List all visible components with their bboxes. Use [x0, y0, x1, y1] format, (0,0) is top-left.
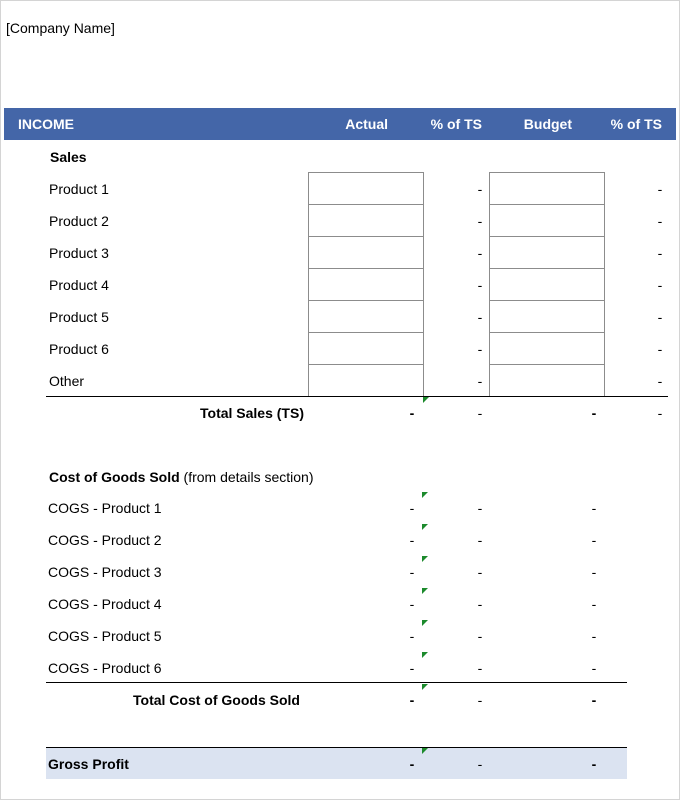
cogs-row-label: COGS - Product 4: [48, 596, 162, 612]
actual-pct-ts-value: -: [477, 341, 483, 357]
formula-indicator-icon: [422, 652, 428, 658]
company-name[interactable]: [Company Name]: [6, 20, 115, 36]
actual-input-cell[interactable]: [308, 236, 424, 269]
budget-pct-ts-value: -: [657, 213, 663, 229]
cogs-budget-value: -: [591, 532, 597, 548]
actual-input-cell[interactable]: [308, 204, 424, 237]
header-pct-ts-budget: % of TS: [610, 116, 662, 132]
budget-pct-ts-value: -: [657, 341, 663, 357]
header-actual: Actual: [345, 116, 388, 132]
actual-input-cell[interactable]: [308, 172, 424, 205]
sales-row-label: Product 6: [49, 341, 109, 357]
cogs-section-header: Cost of Goods Sold (from details section…: [49, 469, 313, 485]
sales-row-label: Product 1: [49, 181, 109, 197]
cogs-actual-value: -: [409, 628, 415, 644]
cogs-row-label: COGS - Product 3: [48, 564, 162, 580]
cogs-actual-value: -: [409, 564, 415, 580]
cogs-actual-pct: -: [477, 628, 483, 644]
budget-input-cell[interactable]: [489, 300, 605, 333]
total-sales-budget-pct: -: [657, 405, 663, 421]
actual-input-cell[interactable]: [308, 364, 424, 397]
cogs-budget-value: -: [591, 564, 597, 580]
budget-pct-ts-value: -: [657, 373, 663, 389]
cogs-actual-pct: -: [477, 596, 483, 612]
total-cogs-actual-pct: -: [477, 692, 483, 708]
gross-profit-label: Gross Profit: [48, 756, 129, 772]
actual-input-cell[interactable]: [308, 300, 424, 333]
gross-profit-row: [46, 748, 627, 779]
header-income: INCOME: [18, 116, 74, 132]
budget-pct-ts-value: -: [657, 309, 663, 325]
actual-pct-ts-value: -: [477, 245, 483, 261]
sales-row-label: Product 5: [49, 309, 109, 325]
total-cogs-actual: -: [409, 692, 415, 708]
cogs-section-title: Cost of Goods Sold: [49, 469, 180, 485]
cogs-section-note: (from details section): [183, 469, 314, 485]
header-budget: Budget: [523, 116, 572, 132]
total-cogs-label: Total Cost of Goods Sold: [133, 692, 300, 708]
gross-profit-budget: -: [591, 756, 597, 772]
formula-indicator-icon: [422, 556, 428, 562]
budget-input-cell[interactable]: [489, 236, 605, 269]
cogs-actual-pct: -: [477, 500, 483, 516]
sales-row-label: Product 2: [49, 213, 109, 229]
gross-profit-rule: [46, 747, 627, 748]
total-cogs-budget: -: [591, 692, 597, 708]
total-sales-rule: [46, 396, 668, 397]
budget-input-cell[interactable]: [489, 364, 605, 397]
cogs-actual-value: -: [409, 660, 415, 676]
cogs-budget-value: -: [591, 660, 597, 676]
cogs-budget-value: -: [591, 628, 597, 644]
budget-input-cell[interactable]: [489, 332, 605, 365]
cogs-row-label: COGS - Product 1: [48, 500, 162, 516]
sales-section-title: Sales: [50, 149, 87, 165]
cogs-actual-value: -: [409, 500, 415, 516]
cogs-actual-value: -: [409, 532, 415, 548]
formula-indicator-icon: [422, 492, 428, 498]
budget-pct-ts-value: -: [657, 277, 663, 293]
cogs-row-label: COGS - Product 6: [48, 660, 162, 676]
actual-pct-ts-value: -: [477, 277, 483, 293]
total-sales-budget: -: [591, 405, 597, 421]
formula-indicator-icon: [422, 684, 428, 690]
total-sales-actual: -: [409, 405, 415, 421]
formula-indicator-icon: [422, 524, 428, 530]
budget-pct-ts-value: -: [657, 245, 663, 261]
total-sales-label: Total Sales (TS): [200, 405, 304, 421]
actual-pct-ts-value: -: [477, 373, 483, 389]
cogs-budget-value: -: [591, 500, 597, 516]
total-sales-actual-pct: -: [477, 405, 483, 421]
sales-row-label: Product 3: [49, 245, 109, 261]
actual-pct-ts-value: -: [477, 213, 483, 229]
formula-indicator-icon: [422, 588, 428, 594]
cogs-actual-pct: -: [477, 660, 483, 676]
gross-profit-actual: -: [409, 756, 415, 772]
formula-indicator-icon: [423, 397, 429, 403]
cogs-actual-pct: -: [477, 564, 483, 580]
actual-input-cell[interactable]: [308, 332, 424, 365]
budget-pct-ts-value: -: [657, 181, 663, 197]
formula-indicator-icon: [422, 620, 428, 626]
budget-input-cell[interactable]: [489, 172, 605, 205]
cogs-actual-value: -: [409, 596, 415, 612]
cogs-actual-pct: -: [477, 532, 483, 548]
formula-indicator-icon: [422, 748, 428, 754]
gross-profit-actual-pct: -: [477, 756, 483, 772]
actual-input-cell[interactable]: [308, 268, 424, 301]
sales-row-label: Other: [49, 373, 85, 389]
total-cogs-rule: [46, 682, 627, 683]
cogs-row-label: COGS - Product 5: [48, 628, 162, 644]
actual-pct-ts-value: -: [477, 181, 483, 197]
cogs-budget-value: -: [591, 596, 597, 612]
actual-pct-ts-value: -: [477, 309, 483, 325]
budget-input-cell[interactable]: [489, 268, 605, 301]
sales-row-label: Product 4: [49, 277, 109, 293]
cogs-row-label: COGS - Product 2: [48, 532, 162, 548]
header-pct-ts-actual: % of TS: [430, 116, 482, 132]
budget-input-cell[interactable]: [489, 204, 605, 237]
